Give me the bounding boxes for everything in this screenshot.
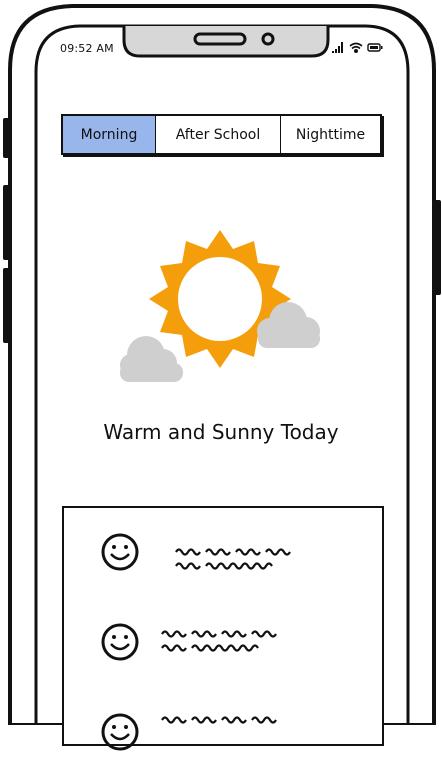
placeholder-text-scribble (161, 716, 277, 724)
smiley-icon (101, 713, 139, 751)
sun-with-clouds-icon (120, 230, 320, 382)
battery-icon (367, 43, 383, 52)
smiley-icon (101, 623, 139, 661)
tab-after-school-label: After School (175, 126, 261, 143)
smiley-icon (101, 533, 139, 571)
tab-after-school[interactable]: After School (156, 116, 281, 153)
list-item[interactable] (64, 616, 382, 676)
cloud-icon-left (120, 336, 183, 382)
tab-nighttime[interactable]: Nighttime (281, 116, 380, 153)
tab-morning[interactable]: Morning (63, 116, 156, 153)
status-icons (332, 42, 383, 54)
placeholder-text-scribble (161, 630, 277, 652)
signal-icon (332, 42, 343, 53)
list-item[interactable] (64, 706, 382, 766)
placeholder-text-scribble (175, 548, 291, 570)
tab-nighttime-label: Nighttime (295, 126, 366, 143)
tab-morning-label: Morning (80, 126, 138, 143)
status-time: 09:52 AM (60, 42, 114, 55)
wifi-icon (349, 42, 363, 54)
list-item[interactable] (64, 526, 382, 586)
time-of-day-tabs: Morning After School Nighttime (61, 114, 382, 155)
weather-headline: Warm and Sunny Today (103, 420, 339, 444)
activity-list-card (62, 506, 384, 751)
